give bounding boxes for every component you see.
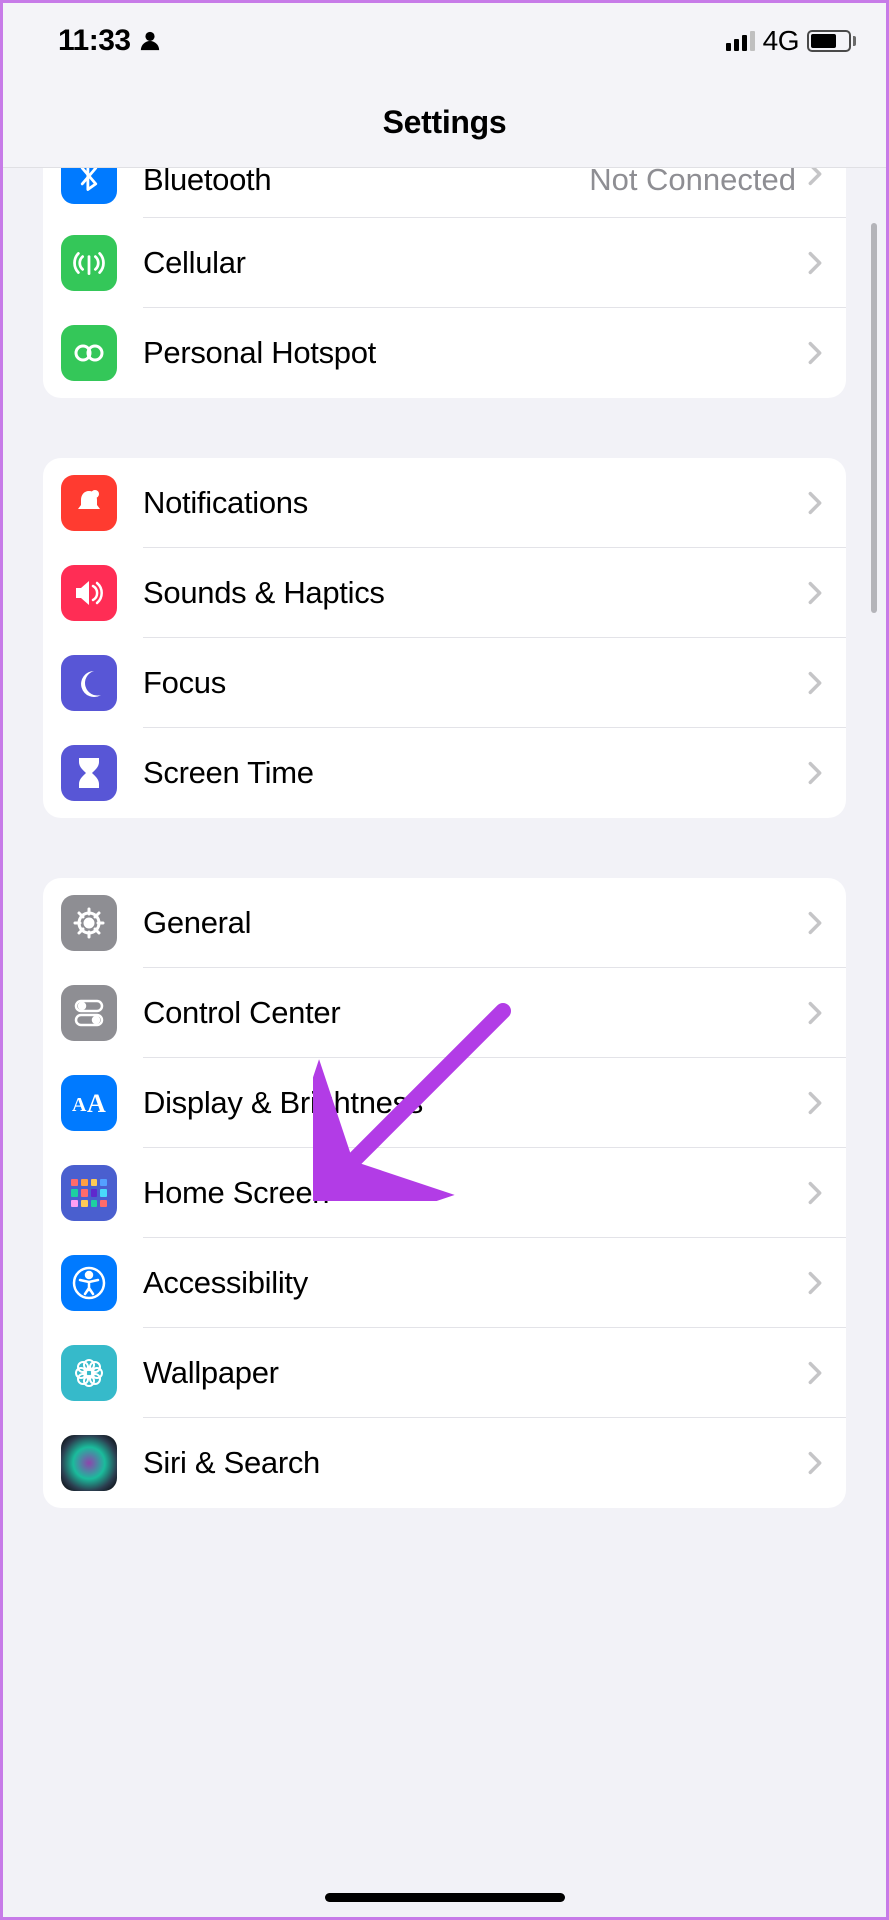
group-notifications: Notifications Sounds & Haptics Focus — [43, 458, 846, 818]
chevron-right-icon — [808, 1451, 822, 1475]
screen-time-icon — [61, 745, 117, 801]
row-label: Bluetooth — [143, 168, 589, 198]
cellular-icon — [61, 235, 117, 291]
chevron-right-icon — [808, 1361, 822, 1385]
chevron-right-icon — [808, 341, 822, 365]
chevron-right-icon — [808, 168, 822, 186]
row-wallpaper[interactable]: Wallpaper — [43, 1328, 846, 1418]
row-label: Focus — [143, 665, 808, 701]
signal-icon — [726, 31, 755, 51]
chevron-right-icon — [808, 1001, 822, 1025]
row-label: Notifications — [143, 485, 808, 521]
chevron-right-icon — [808, 251, 822, 275]
chevron-right-icon — [808, 491, 822, 515]
settings-list: Bluetooth Not Connected Cellular Persona… — [3, 168, 886, 1508]
header: Settings — [3, 78, 886, 168]
row-label: Accessibility — [143, 1265, 808, 1301]
bluetooth-icon — [61, 168, 117, 204]
row-general[interactable]: General — [43, 878, 846, 968]
focus-icon — [61, 655, 117, 711]
home-indicator[interactable] — [325, 1893, 565, 1902]
chevron-right-icon — [808, 761, 822, 785]
status-right: 4G — [726, 25, 856, 57]
display-icon: AA — [61, 1075, 117, 1131]
row-label: Siri & Search — [143, 1445, 808, 1481]
siri-icon — [61, 1435, 117, 1491]
profile-icon — [139, 30, 161, 52]
row-focus[interactable]: Focus — [43, 638, 846, 728]
group-connectivity: Bluetooth Not Connected Cellular Persona… — [43, 168, 846, 398]
accessibility-icon — [61, 1255, 117, 1311]
status-bar: 11:33 4G — [3, 3, 886, 78]
row-label: Control Center — [143, 995, 808, 1031]
chevron-right-icon — [808, 671, 822, 695]
row-label: General — [143, 905, 808, 941]
general-icon — [61, 895, 117, 951]
row-label: Sounds & Haptics — [143, 575, 808, 611]
chevron-right-icon — [808, 581, 822, 605]
hotspot-icon — [61, 325, 117, 381]
chevron-right-icon — [808, 911, 822, 935]
group-system: General Control Center AA Display & Brig… — [43, 878, 846, 1508]
row-label: Wallpaper — [143, 1355, 808, 1391]
svg-text:A: A — [87, 1089, 106, 1117]
row-label: Home Screen — [143, 1175, 808, 1211]
home-screen-icon — [61, 1165, 117, 1221]
sounds-icon — [61, 565, 117, 621]
row-siri-search[interactable]: Siri & Search — [43, 1418, 846, 1508]
scroll-indicator[interactable] — [871, 223, 877, 613]
status-time: 11:33 — [58, 24, 131, 58]
row-label: Screen Time — [143, 755, 808, 791]
row-display-brightness[interactable]: AA Display & Brightness — [43, 1058, 846, 1148]
svg-text:A: A — [72, 1094, 87, 1116]
row-home-screen[interactable]: Home Screen — [43, 1148, 846, 1238]
page-title: Settings — [383, 104, 507, 141]
status-time-region: 11:33 — [58, 24, 161, 58]
row-value: Not Connected — [589, 168, 796, 198]
row-screen-time[interactable]: Screen Time — [43, 728, 846, 818]
chevron-right-icon — [808, 1091, 822, 1115]
row-label: Display & Brightness — [143, 1085, 808, 1121]
row-sounds-haptics[interactable]: Sounds & Haptics — [43, 548, 846, 638]
chevron-right-icon — [808, 1181, 822, 1205]
network-type: 4G — [763, 25, 799, 57]
row-personal-hotspot[interactable]: Personal Hotspot — [43, 308, 846, 398]
row-notifications[interactable]: Notifications — [43, 458, 846, 548]
row-accessibility[interactable]: Accessibility — [43, 1238, 846, 1328]
row-cellular[interactable]: Cellular — [43, 218, 846, 308]
battery-icon — [807, 30, 856, 52]
row-bluetooth[interactable]: Bluetooth Not Connected — [43, 168, 846, 218]
row-label: Personal Hotspot — [143, 335, 808, 371]
control-center-icon — [61, 985, 117, 1041]
row-label: Cellular — [143, 245, 808, 281]
chevron-right-icon — [808, 1271, 822, 1295]
notifications-icon — [61, 475, 117, 531]
wallpaper-icon — [61, 1345, 117, 1401]
row-control-center[interactable]: Control Center — [43, 968, 846, 1058]
